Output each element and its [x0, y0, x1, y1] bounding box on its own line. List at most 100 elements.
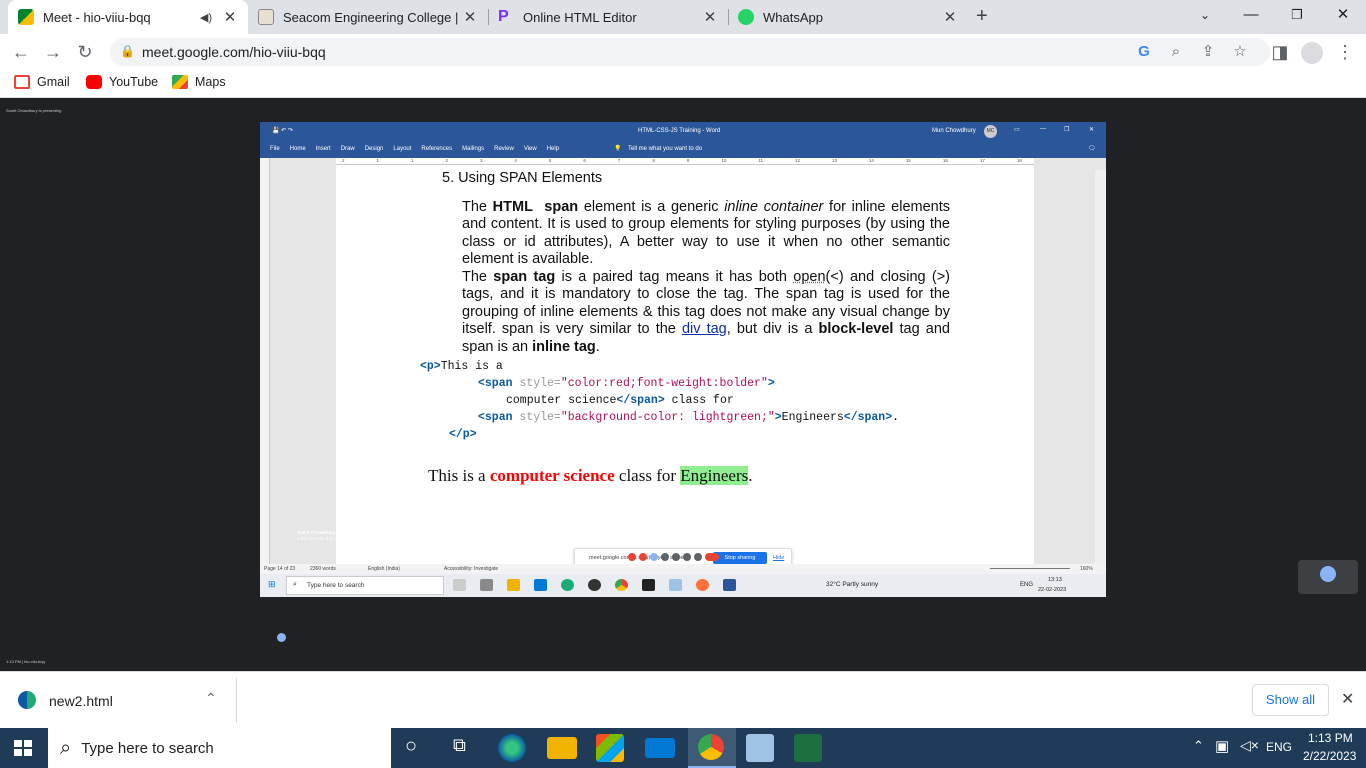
notepad-icon[interactable]: [746, 734, 774, 762]
camera-off-icon[interactable]: [639, 553, 647, 561]
taskbar-date[interactable]: 2/22/2023: [1303, 749, 1356, 763]
menu-icon[interactable]: ⋮: [1332, 40, 1358, 66]
word-minimize[interactable]: —: [1040, 126, 1046, 132]
share-icon[interactable]: ⇪: [1197, 42, 1219, 64]
restore-button[interactable]: ❐: [1274, 0, 1320, 30]
back-button[interactable]: ←: [8, 40, 34, 66]
google-translate-icon[interactable]: G: [1133, 42, 1155, 64]
ribbon-tab-home[interactable]: Home: [290, 146, 306, 152]
tell-me-box[interactable]: Tell me what you want to do: [628, 146, 702, 152]
chevron-up-icon[interactable]: ⌃: [205, 690, 217, 707]
close-window-button[interactable]: ✕: [1320, 0, 1366, 30]
ribbon-tab-help[interactable]: Help: [547, 146, 559, 152]
language-status[interactable]: English (India): [368, 566, 400, 572]
camera-icon[interactable]: [480, 579, 493, 591]
close-tab-icon[interactable]: ✕: [940, 8, 960, 26]
word-close[interactable]: ✕: [1089, 126, 1094, 133]
page-count[interactable]: Page 14 of 23: [264, 566, 295, 572]
ribbon-tab-view[interactable]: View: [524, 146, 537, 152]
ribbon-tab-design[interactable]: Design: [365, 146, 384, 152]
store-icon[interactable]: [596, 734, 624, 762]
bookmark-maps[interactable]: Maps: [172, 75, 226, 89]
edge-icon[interactable]: [498, 734, 526, 762]
zoom-slider[interactable]: [990, 568, 1070, 569]
network-icon[interactable]: ▣: [1215, 737, 1229, 755]
more-options-icon[interactable]: [694, 553, 702, 561]
volume-icon[interactable]: ◁×: [1240, 737, 1259, 754]
quick-access-icons[interactable]: 💾 ↶ ↷: [272, 127, 293, 134]
close-tab-icon[interactable]: ✕: [220, 8, 240, 26]
zoom-icon[interactable]: ⌕: [1165, 42, 1187, 64]
inner-search-box[interactable]: ⌕ Type here to search: [286, 576, 444, 595]
tab-html-editor[interactable]: P Online HTML Editor ✕: [488, 0, 728, 34]
tab-meet[interactable]: Meet - hio-viiu-bqq ◀) ✕: [8, 0, 248, 34]
excel-icon[interactable]: [794, 734, 822, 762]
ribbon-tab-insert[interactable]: Insert: [316, 146, 331, 152]
close-tab-icon[interactable]: ✕: [700, 8, 720, 26]
comments-icon[interactable]: 🗨: [1088, 145, 1096, 152]
taskbar-lang[interactable]: ENG: [1266, 740, 1292, 754]
ribbon-tab-file[interactable]: File: [270, 146, 280, 152]
meeting-details[interactable]: 1:13 PM | hio-viiu-bqq: [6, 659, 45, 664]
leave-call-button[interactable]: [705, 553, 719, 561]
present-icon[interactable]: [650, 553, 658, 561]
vertical-ruler[interactable]: [260, 158, 270, 568]
ribbon-tab-layout[interactable]: Layout: [393, 146, 411, 152]
ribbon-display-icon[interactable]: ▭: [1014, 126, 1020, 133]
taskbar-time[interactable]: 1:13 PM: [1308, 731, 1353, 745]
zoom-level[interactable]: 160%: [1080, 566, 1093, 572]
tab-seacom[interactable]: Seacom Engineering College | Be ✕: [248, 0, 488, 34]
hide-link[interactable]: Hide: [773, 555, 784, 561]
profile-avatar[interactable]: [1301, 42, 1323, 64]
word-count[interactable]: 2360 words: [310, 566, 336, 572]
tab-whatsapp[interactable]: WhatsApp ✕: [728, 0, 968, 34]
word-icon[interactable]: [723, 579, 736, 591]
word-user-avatar[interactable]: MC: [984, 125, 997, 138]
address-bar[interactable]: 🔒 meet.google.com/hio-viiu-bqq G ⌕ ⇪ ☆: [110, 38, 1270, 66]
accessibility-status[interactable]: Accessibility: Investigate: [444, 566, 498, 572]
div-tag-link[interactable]: div tag: [682, 321, 727, 337]
inner-time[interactable]: 13:13: [1048, 577, 1062, 583]
notepad-icon[interactable]: [669, 579, 682, 591]
weather-text[interactable]: 32°C Partly sunny: [826, 581, 878, 588]
task-view-icon[interactable]: ⧉: [453, 735, 466, 756]
reload-button[interactable]: ↻: [72, 40, 98, 66]
file-explorer-icon[interactable]: [507, 579, 520, 591]
bookmark-star-icon[interactable]: ☆: [1229, 42, 1251, 64]
show-all-button[interactable]: Show all: [1252, 684, 1329, 716]
mail-icon[interactable]: [645, 738, 675, 758]
windows-start-icon[interactable]: ⊞: [268, 579, 276, 590]
self-video-tile[interactable]: [1298, 560, 1358, 594]
new-tab-button[interactable]: +: [976, 5, 988, 28]
terminal-icon[interactable]: [642, 579, 655, 591]
firefox-icon[interactable]: [696, 579, 709, 591]
cortana-icon[interactable]: ○: [405, 735, 417, 758]
windows-start-icon[interactable]: [14, 740, 32, 756]
inner-date[interactable]: 22-02-2023: [1038, 587, 1066, 593]
reaction-icon[interactable]: [661, 553, 669, 561]
ribbon-tab-review[interactable]: Review: [494, 146, 514, 152]
chrome-taskbar-button[interactable]: [688, 728, 736, 768]
minimize-button[interactable]: —: [1228, 0, 1274, 30]
file-explorer-icon[interactable]: [547, 737, 577, 759]
forward-button[interactable]: →: [40, 40, 66, 66]
task-view-icon[interactable]: [453, 579, 466, 591]
ribbon-tab-mailings[interactable]: Mailings: [462, 146, 484, 152]
word-restore[interactable]: ❐: [1064, 126, 1069, 133]
stop-sharing-button[interactable]: Stop sharing: [713, 552, 767, 564]
taskbar-search[interactable]: ⌕ Type here to search: [48, 728, 391, 768]
edge-icon[interactable]: [561, 579, 574, 591]
download-filename[interactable]: new2.html: [49, 693, 113, 709]
horizontal-ruler[interactable]: 2 1 1 2 3 4 5 6 7 8 9 10 11 12 13 14 15 16 17 18: [336, 158, 1034, 165]
tab-search-icon[interactable]: ⌄: [1182, 0, 1228, 30]
chrome-icon[interactable]: [615, 579, 628, 591]
inner-lang[interactable]: ENG: [1020, 582, 1033, 588]
mic-off-icon[interactable]: [628, 553, 636, 561]
mail-icon[interactable]: [534, 579, 547, 591]
bookmark-gmail[interactable]: Gmail: [14, 75, 70, 89]
tray-chevron-icon[interactable]: ⌃: [1193, 738, 1204, 754]
captions-icon[interactable]: [672, 553, 680, 561]
close-tab-icon[interactable]: ✕: [460, 8, 480, 26]
ribbon-tab-draw[interactable]: Draw: [341, 146, 355, 152]
raise-hand-icon[interactable]: [683, 553, 691, 561]
